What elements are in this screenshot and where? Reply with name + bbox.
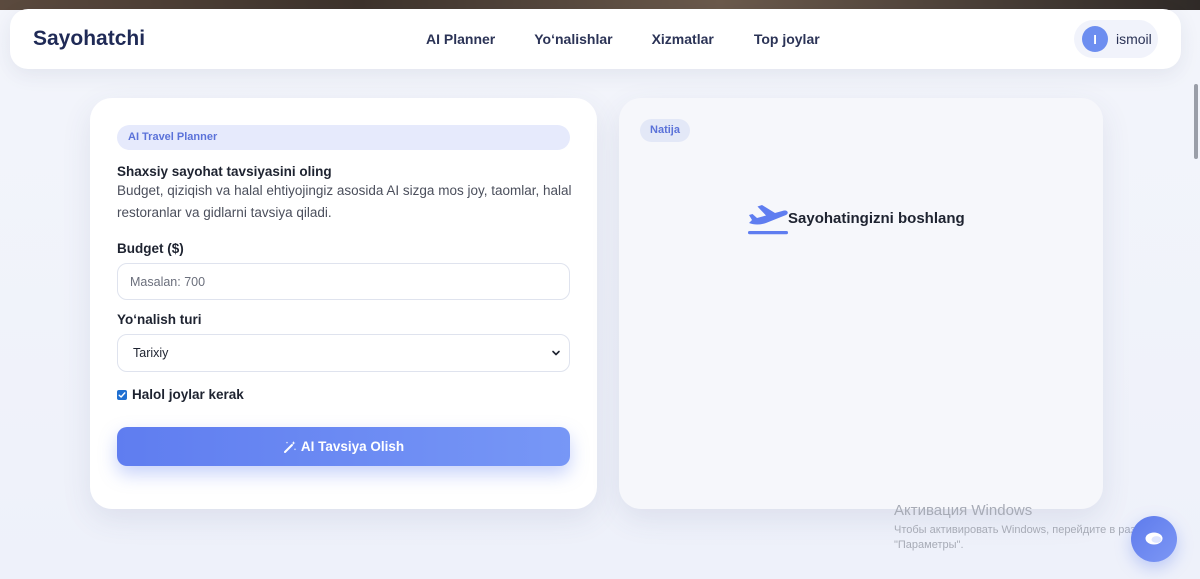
navbar: Sayohatchi AI Planner Yo‘nalishlar Xizma… <box>10 9 1181 69</box>
halal-checkbox[interactable] <box>117 389 127 400</box>
chevron-down-icon <box>552 350 560 356</box>
chat-bubble-icon <box>1145 532 1163 545</box>
planner-badge: AI Travel Planner <box>117 125 570 150</box>
direction-type-value: Tarixiy <box>133 346 169 360</box>
magic-wand-icon <box>283 440 297 453</box>
windows-activation-watermark: Активация Windows Чтобы активировать Win… <box>894 502 1164 553</box>
chat-button[interactable] <box>1131 516 1177 562</box>
user-menu[interactable]: I ismoil <box>1074 20 1158 58</box>
result-empty-state: Sayohatingizni boshlang <box>746 201 965 237</box>
direction-type-label: Yo‘nalish turi <box>117 312 202 327</box>
checkmark-icon <box>118 391 126 398</box>
ai-recommend-label: AI Tavsiya Olish <box>300 439 405 454</box>
halal-label: Halol joylar kerak <box>132 387 244 402</box>
halal-option: Halol joylar kerak <box>117 387 244 402</box>
budget-input[interactable] <box>117 263 570 300</box>
result-empty-text: Sayohatingizni boshlang <box>788 209 965 227</box>
planner-card: AI Travel Planner Shaxsiy sayohat tavsiy… <box>90 98 597 509</box>
nav-links: AI Planner Yo‘nalishlar Xizmatlar Top jo… <box>426 31 820 47</box>
avatar: I <box>1082 26 1108 52</box>
budget-label: Budget ($) <box>117 241 184 256</box>
scrollbar-thumb[interactable] <box>1194 84 1198 159</box>
result-card: Natija Sayohatingizni boshlang <box>619 98 1103 509</box>
windows-activation-title: Активация Windows <box>894 502 1033 519</box>
planner-title: Shaxsiy sayohat tavsiyasini oling <box>117 164 332 179</box>
nav-link-yonalishlar[interactable]: Yo‘nalishlar <box>534 31 612 47</box>
plane-departure-icon <box>748 205 788 235</box>
ai-recommend-button[interactable]: AI Tavsiya Olish <box>117 427 570 466</box>
nav-link-xizmatlar[interactable]: Xizmatlar <box>652 31 714 47</box>
windows-activation-subtitle: Чтобы активировать Windows, перейдите в … <box>894 524 1154 551</box>
nav-link-ai-planner[interactable]: AI Planner <box>426 31 495 47</box>
nav-link-top-joylar[interactable]: Top joylar <box>754 31 820 47</box>
result-badge: Natija <box>640 119 690 142</box>
direction-type-select[interactable]: Tarixiy <box>117 334 570 372</box>
planner-description: Budget, qiziqish va halal ehtiyojingiz a… <box>117 183 572 220</box>
username: ismoil <box>1116 31 1152 47</box>
brand-logo[interactable]: Sayohatchi <box>33 27 145 51</box>
